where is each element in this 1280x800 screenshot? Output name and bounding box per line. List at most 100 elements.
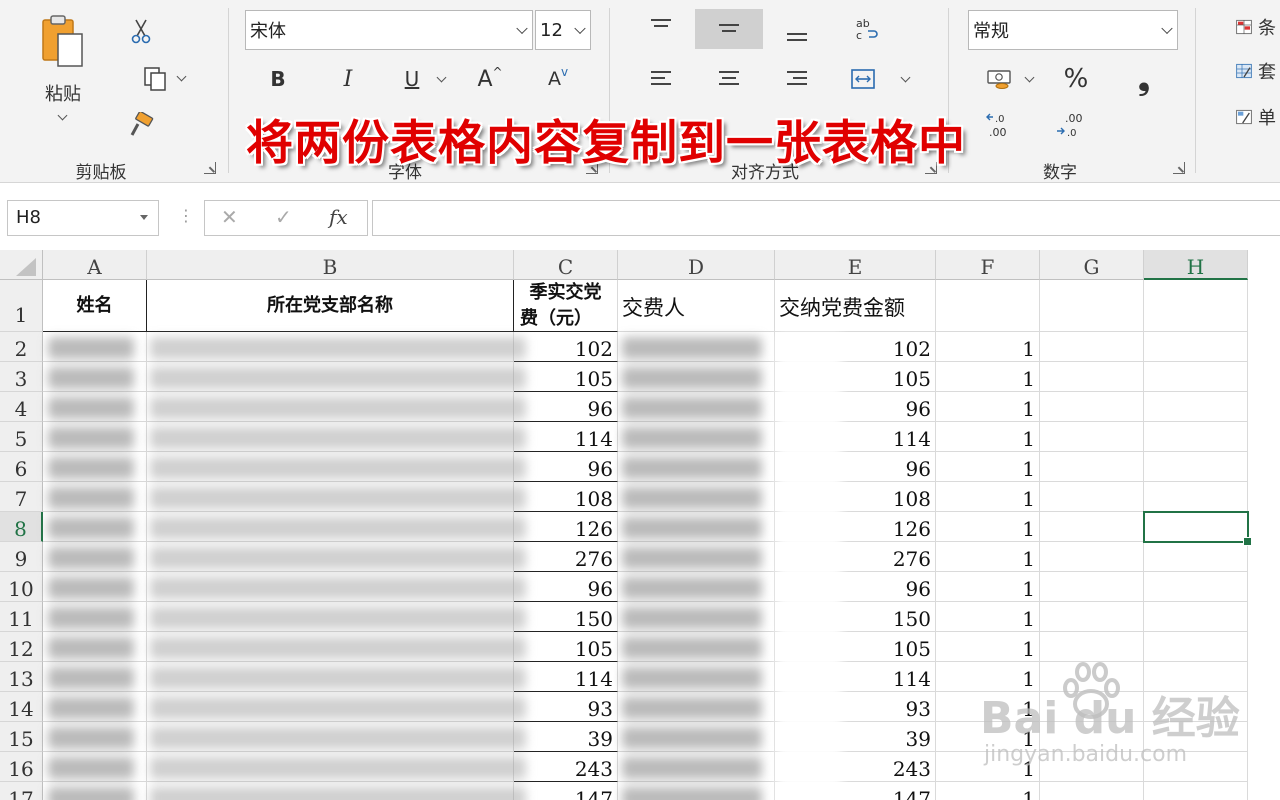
column-header-f[interactable]: F (936, 250, 1040, 280)
cell-styles-button[interactable]: 单 (1236, 102, 1276, 132)
cell-match-flag[interactable]: 1 (936, 332, 1040, 362)
cell-match-flag[interactable]: 1 (936, 422, 1040, 452)
grow-font-button[interactable]: A ^ (473, 62, 507, 96)
header-cell-name[interactable]: 姓名 (43, 280, 147, 332)
format-painter-button[interactable] (124, 108, 158, 142)
decrease-decimal-button[interactable]: .00.0 (1053, 108, 1087, 142)
cell[interactable] (1040, 280, 1144, 332)
cell-match-flag[interactable]: 1 (936, 542, 1040, 572)
align-right-button[interactable] (780, 62, 814, 96)
column-header-d[interactable]: D (618, 250, 775, 280)
column-header-g[interactable]: G (1040, 250, 1144, 280)
cell-match-flag[interactable]: 1 (936, 392, 1040, 422)
cell-dues[interactable]: 96 (514, 452, 618, 482)
insert-function-icon[interactable]: fx (329, 205, 348, 229)
cell-dues[interactable]: 96 (514, 572, 618, 602)
cancel-icon[interactable]: ✕ (221, 205, 238, 229)
wrap-text-button[interactable]: ab c (850, 12, 884, 46)
cell-match-flag[interactable]: 1 (936, 572, 1040, 602)
cell[interactable] (936, 280, 1040, 332)
cell[interactable] (1040, 392, 1144, 422)
cell-dues[interactable]: 93 (514, 692, 618, 722)
cell-match-flag[interactable]: 1 (936, 482, 1040, 512)
cell-dues[interactable]: 105 (514, 632, 618, 662)
underline-button[interactable]: U (395, 62, 429, 96)
align-bottom-button[interactable] (780, 16, 814, 50)
cell-dues[interactable]: 114 (514, 422, 618, 452)
name-box[interactable]: H8 (7, 200, 159, 236)
format-as-table-button[interactable]: 套 (1236, 56, 1276, 86)
align-center-button[interactable] (712, 62, 746, 96)
cell[interactable] (1144, 632, 1248, 662)
row-header-5[interactable]: 5 (0, 422, 43, 452)
row-header-8[interactable]: 8 (0, 512, 43, 542)
row-header-1[interactable]: 1 (0, 280, 43, 332)
cell-match-flag[interactable]: 1 (936, 452, 1040, 482)
font-size-select[interactable]: 12 (535, 10, 591, 50)
cell-dues[interactable]: 96 (514, 392, 618, 422)
cell-match-flag[interactable]: 1 (936, 512, 1040, 542)
cell-dues[interactable]: 102 (514, 332, 618, 362)
cell[interactable] (1144, 482, 1248, 512)
bold-button[interactable]: B (261, 62, 295, 96)
cell[interactable] (1040, 632, 1144, 662)
percent-button[interactable]: % (1059, 62, 1093, 96)
row-header-3[interactable]: 3 (0, 362, 43, 392)
column-header-h[interactable]: H (1144, 250, 1248, 280)
number-launcher-icon[interactable] (1173, 162, 1185, 174)
header-cell-branch[interactable]: 所在党支部名称 (147, 280, 514, 332)
accounting-format-button[interactable] (983, 62, 1017, 96)
column-header-c[interactable]: C (514, 250, 618, 280)
column-header-e[interactable]: E (775, 250, 936, 280)
selected-cell[interactable] (1143, 511, 1252, 546)
header-cell-dues[interactable]: 季实交党 费（元） (514, 280, 618, 332)
cell-match-flag[interactable]: 1 (936, 362, 1040, 392)
cell[interactable] (1144, 392, 1248, 422)
header-cell-amount[interactable]: 交纳党费金额 (775, 280, 936, 332)
conditional-formatting-button[interactable]: 条 (1236, 12, 1276, 42)
paste-button[interactable]: 粘贴 (28, 10, 98, 125)
cell[interactable] (1144, 280, 1248, 332)
copy-button[interactable] (120, 62, 190, 96)
italic-button[interactable]: I (331, 62, 365, 96)
cell[interactable] (1144, 422, 1248, 452)
shrink-font-button[interactable]: Av (541, 62, 575, 96)
cell-match-flag[interactable]: 1 (936, 632, 1040, 662)
column-header-b[interactable]: B (147, 250, 514, 280)
number-format-select[interactable]: 常规 (968, 10, 1178, 50)
cell-dues[interactable]: 108 (514, 482, 618, 512)
row-header-4[interactable]: 4 (0, 392, 43, 422)
cell[interactable] (1144, 452, 1248, 482)
cell[interactable] (1040, 542, 1144, 572)
cell[interactable] (1144, 782, 1248, 800)
row-header-14[interactable]: 14 (0, 692, 43, 722)
cell-dues[interactable]: 114 (514, 662, 618, 692)
cell-dues[interactable]: 147 (514, 782, 618, 800)
cell-dues[interactable]: 105 (514, 362, 618, 392)
enter-icon[interactable]: ✓ (275, 205, 292, 229)
column-header-a[interactable]: A (43, 250, 147, 280)
cell[interactable] (1040, 422, 1144, 452)
cell-match-flag[interactable]: 1 (936, 602, 1040, 632)
align-top-button[interactable] (644, 10, 678, 44)
cell-dues[interactable]: 243 (514, 752, 618, 782)
chevron-down-icon[interactable] (1024, 72, 1035, 83)
row-header-11[interactable]: 11 (0, 602, 43, 632)
cell[interactable] (1144, 572, 1248, 602)
font-name-select[interactable]: 宋体 (245, 10, 533, 50)
cell[interactable] (1040, 512, 1144, 542)
row-header-16[interactable]: 16 (0, 752, 43, 782)
header-cell-payer[interactable]: 交费人 (618, 280, 775, 332)
cell[interactable] (1040, 482, 1144, 512)
cell[interactable] (1144, 602, 1248, 632)
cell[interactable] (1040, 452, 1144, 482)
cell[interactable] (1144, 332, 1248, 362)
align-left-button[interactable] (644, 62, 678, 96)
select-all-corner[interactable] (0, 250, 43, 280)
cell[interactable] (1040, 572, 1144, 602)
align-middle-button[interactable] (695, 9, 763, 49)
cell[interactable] (1144, 362, 1248, 392)
cell-dues[interactable]: 39 (514, 722, 618, 752)
chevron-down-icon[interactable] (436, 72, 447, 83)
row-header-9[interactable]: 9 (0, 542, 43, 572)
